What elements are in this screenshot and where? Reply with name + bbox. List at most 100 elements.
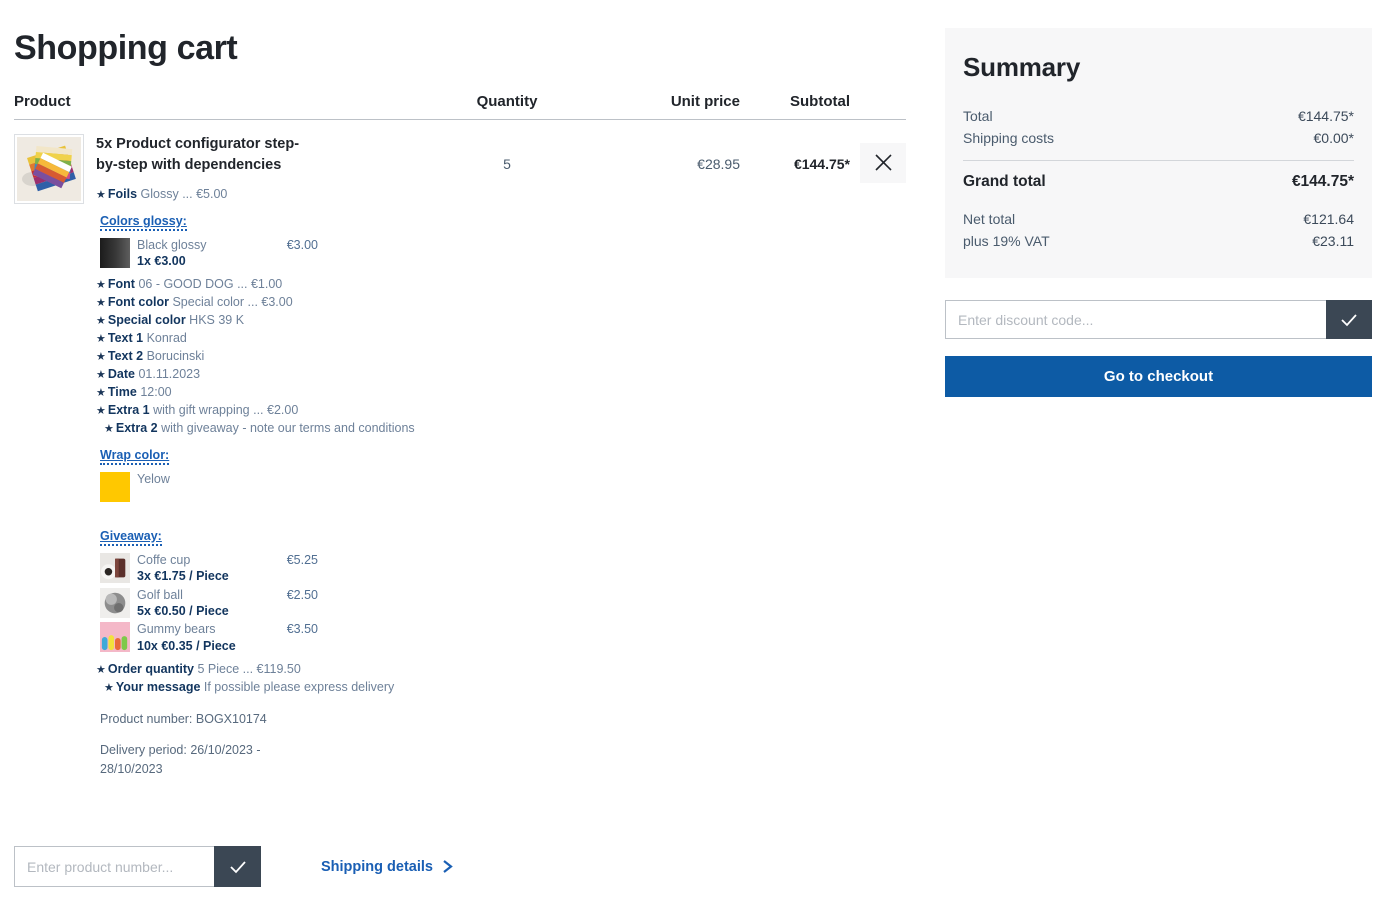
summary-column: Summary Total €144.75* Shipping costs €0… bbox=[945, 28, 1372, 397]
cart-table: Product Quantity Unit price Subtotal 5x … bbox=[14, 93, 906, 778]
gummy-bears-image bbox=[100, 622, 130, 653]
color-fan-swatch-image bbox=[17, 136, 81, 201]
discount-submit-button[interactable] bbox=[1326, 300, 1372, 339]
product-option-value: 06 - GOOD DOG ... €1.00 bbox=[138, 276, 283, 291]
column-header-unit-price: Unit price bbox=[670, 92, 740, 110]
product-option-value: 12:00 bbox=[140, 384, 172, 399]
product-option-value: with gift wrapping ... €2.00 bbox=[153, 402, 299, 417]
swatch-quantity: 5x €0.50 / Piece bbox=[137, 604, 229, 619]
table-row: 5x Product configurator step-by-step wit… bbox=[14, 120, 906, 778]
product-option-value: with giveaway - note our terms and condi… bbox=[161, 420, 415, 435]
product-number-submit-button[interactable] bbox=[214, 846, 261, 887]
product-option-label: Text 2 bbox=[107, 348, 144, 363]
product-option: ★ Foils Glossy ... €5.00 bbox=[96, 186, 424, 203]
product-option: ★ Order quantity 5 Piece ... €119.50 bbox=[96, 661, 424, 678]
cart-table-header: Product Quantity Unit price Subtotal bbox=[14, 93, 906, 120]
close-icon bbox=[874, 154, 892, 171]
summary-row-grand-total: Grand total €144.75* bbox=[963, 173, 1354, 193]
product-option-label: Date bbox=[107, 366, 135, 381]
cart-item-actions bbox=[850, 134, 906, 183]
star-icon: ★ bbox=[96, 368, 106, 381]
summary-row-net-total: Net total €121.64 bbox=[963, 208, 1354, 230]
cart-item-quantity: 5 bbox=[503, 155, 511, 172]
go-to-checkout-button[interactable]: Go to checkout bbox=[945, 356, 1372, 397]
shopping-cart-page: Shopping cart Product Quantity Unit pric… bbox=[0, 0, 1385, 900]
product-option-label: Your message bbox=[115, 680, 201, 695]
summary-row-total: Total €144.75* bbox=[963, 105, 1354, 127]
product-option-value: Special color ... €3.00 bbox=[172, 294, 293, 309]
swatch-price: €3.00 bbox=[286, 237, 318, 252]
product-thumbnail[interactable] bbox=[14, 133, 84, 204]
star-icon: ★ bbox=[96, 314, 106, 327]
group-heading-colors-glossy: Colors glossy: bbox=[100, 214, 187, 231]
product-option-value: 01.11.2023 bbox=[138, 366, 201, 381]
column-header-product: Product bbox=[14, 92, 71, 110]
summary-value: €121.64 bbox=[1303, 211, 1354, 227]
product-number-input[interactable] bbox=[14, 846, 214, 887]
swatch-price: €2.50 bbox=[286, 587, 318, 602]
product-option: ★ Extra 2 with giveaway - note our terms … bbox=[96, 420, 424, 437]
star-icon: ★ bbox=[96, 188, 106, 201]
summary-label: Grand total bbox=[963, 173, 1046, 190]
product-option: ★ Font 06 - GOOD DOG ... €1.00 bbox=[96, 276, 424, 293]
product-option-value: Glossy ... €5.00 bbox=[140, 186, 228, 201]
swatch-quantity: 1x €3.00 bbox=[137, 254, 186, 269]
summary-title: Summary bbox=[963, 52, 1081, 82]
coffee-cup-image bbox=[100, 552, 130, 583]
summary-row-vat: plus 19% VAT €23.11 bbox=[963, 230, 1354, 252]
product-option: ★ Text 2 Borucinski bbox=[96, 348, 424, 365]
chevron-right-icon bbox=[443, 860, 453, 873]
cart-item-unit-price: €28.95 bbox=[697, 155, 740, 172]
group-heading-wrap-color: Wrap color: bbox=[100, 448, 170, 465]
swatch-price: €5.25 bbox=[286, 552, 318, 567]
summary-panel: Summary Total €144.75* Shipping costs €0… bbox=[945, 28, 1372, 278]
star-icon: ★ bbox=[96, 296, 106, 309]
cart-bottom-bar: Shipping details bbox=[14, 846, 453, 887]
product-number: Product number: BOGX10174 bbox=[100, 712, 267, 727]
delivery-period: Delivery period: 26/10/2023 - 28/10/2023 bbox=[100, 743, 261, 776]
swatch-name: Golf ball bbox=[137, 587, 183, 602]
swatch-name: Gummy bears bbox=[137, 622, 216, 637]
summary-value: €23.11 bbox=[1312, 233, 1354, 249]
star-icon: ★ bbox=[104, 422, 114, 435]
summary-label: Net total bbox=[963, 211, 1016, 227]
product-number-form bbox=[14, 846, 261, 887]
check-icon bbox=[1341, 313, 1357, 326]
product-name[interactable]: 5x Product configurator step-by-step wit… bbox=[96, 134, 311, 176]
product-option: ★ Time 12:00 bbox=[96, 384, 424, 401]
star-icon: ★ bbox=[96, 278, 106, 291]
discount-code-input[interactable] bbox=[945, 300, 1326, 339]
product-option-label: Extra 2 bbox=[115, 420, 158, 435]
list-item: Gummy bears €3.50 10x €0.35 / Piece bbox=[100, 622, 318, 654]
cart-item-product-cell: 5x Product configurator step-by-step wit… bbox=[14, 133, 424, 778]
summary-value: €144.75* bbox=[1291, 173, 1354, 190]
discount-code-form bbox=[945, 300, 1372, 339]
check-icon bbox=[229, 860, 246, 873]
list-item: Golf ball €2.50 5x €0.50 / Piece bbox=[100, 587, 318, 620]
summary-value: €144.75* bbox=[1297, 108, 1354, 124]
summary-row-shipping: Shipping costs €0.00* bbox=[963, 127, 1354, 149]
yellow-color-swatch bbox=[100, 471, 130, 502]
summary-tax-block: Net total €121.64 plus 19% VAT €23.11 bbox=[963, 208, 1354, 252]
star-icon: ★ bbox=[96, 404, 106, 417]
star-icon: ★ bbox=[104, 682, 114, 695]
list-item: Yelow bbox=[100, 471, 318, 502]
swatch-quantity: 10x €0.35 / Piece bbox=[137, 639, 236, 654]
swatch-name: Coffe cup bbox=[137, 552, 191, 567]
cart-item-subtotal: €144.75* bbox=[793, 155, 850, 172]
product-option-value: If possible please express delivery bbox=[203, 680, 395, 695]
swatch-text: Yelow bbox=[137, 472, 318, 488]
product-option: ★ Date 01.11.2023 bbox=[96, 366, 424, 383]
product-option-label: Order quantity bbox=[107, 662, 194, 677]
product-option: ★ Your message If possible please express… bbox=[96, 679, 424, 696]
black-glossy-gradient-swatch bbox=[100, 237, 130, 268]
column-header-quantity: Quantity bbox=[476, 92, 538, 110]
product-option: ★ Text 1 Konrad bbox=[96, 330, 424, 347]
swatch-text: Gummy bears €3.50 10x €0.35 / Piece bbox=[137, 622, 318, 654]
product-option-label: Extra 1 bbox=[107, 402, 150, 417]
remove-item-button[interactable] bbox=[860, 142, 906, 183]
shipping-details-link[interactable]: Shipping details bbox=[321, 859, 453, 875]
swatch-name: Yelow bbox=[137, 471, 170, 486]
star-icon: ★ bbox=[96, 332, 106, 345]
